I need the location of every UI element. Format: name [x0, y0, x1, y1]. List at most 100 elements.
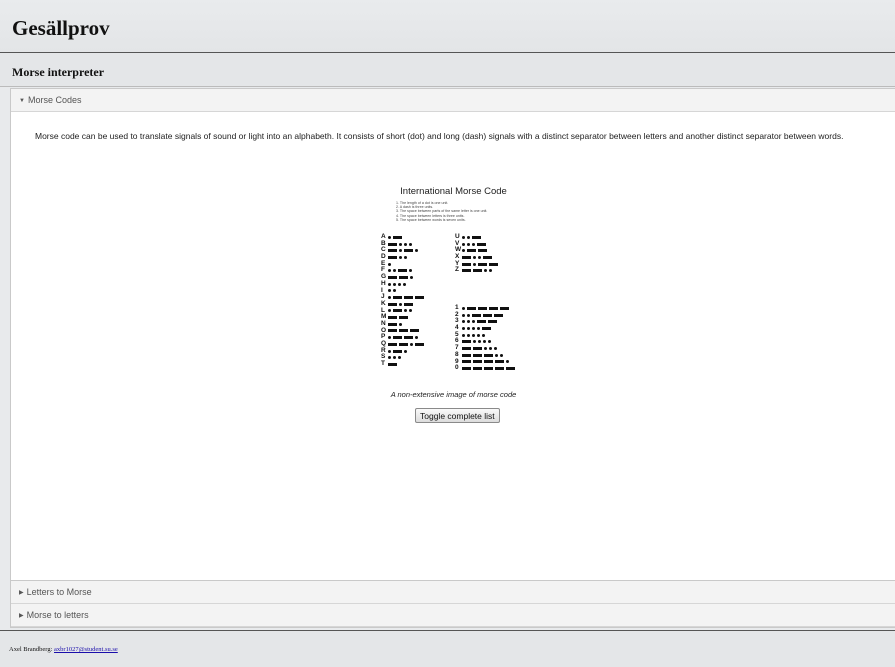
morse-dash: [484, 353, 493, 357]
morse-dot: [467, 235, 470, 239]
morse-dash: [415, 296, 424, 300]
morse-column-letters-u-z: UVWXYZ: [455, 233, 500, 274]
morse-dash: [399, 275, 408, 279]
morse-dot: [399, 302, 402, 306]
accordion-header-morse-codes[interactable]: ▼ Morse Codes: [11, 89, 895, 112]
section-title: Morse interpreter: [12, 65, 105, 79]
morse-dot: [462, 249, 465, 253]
morse-code-row: 2: [455, 311, 517, 319]
morse-dot: [467, 333, 470, 337]
morse-dot: [393, 356, 396, 360]
morse-code-row: S: [381, 354, 426, 361]
accordion-header-letters-to-morse[interactable]: ▶ Letters to Morse: [11, 581, 895, 604]
morse-dot: [495, 353, 498, 357]
morse-dash: [404, 302, 413, 306]
morse-image-title: International Morse Code: [400, 186, 507, 197]
morse-dash: [467, 306, 476, 310]
morse-dot: [488, 340, 491, 344]
morse-dash: [388, 316, 397, 320]
morse-dash: [477, 242, 486, 246]
morse-dot: [484, 346, 487, 350]
morse-code-row: 9: [455, 358, 517, 366]
morse-dot: [472, 320, 475, 324]
morse-image-caption: A non-extensive image of morse code: [390, 390, 517, 399]
morse-dash: [388, 242, 397, 246]
morse-dot: [409, 309, 412, 313]
morse-dot: [489, 346, 492, 350]
morse-dash: [473, 269, 482, 273]
morse-dash: [473, 360, 482, 364]
morse-dash: [482, 326, 491, 330]
morse-dash: [467, 249, 476, 253]
morse-dash: [393, 349, 402, 353]
accordion-panel-morse-codes: Morse code can be used to translate sign…: [11, 112, 895, 581]
morse-code-row: U: [455, 233, 500, 241]
morse-dot: [472, 326, 475, 330]
morse-dash: [415, 342, 424, 346]
morse-dash: [473, 346, 482, 350]
morse-dash: [393, 309, 402, 313]
morse-dash: [388, 322, 397, 326]
triangle-right-icon: ▶: [19, 613, 24, 619]
morse-code-row: 5: [455, 331, 517, 339]
morse-dot: [404, 309, 407, 313]
morse-dash: [478, 306, 487, 310]
morse-dash: [388, 249, 397, 253]
morse-dot: [478, 255, 481, 259]
morse-dot: [462, 235, 465, 239]
morse-dash: [388, 255, 397, 259]
morse-code-row: B: [381, 240, 426, 248]
morse-dash: [393, 296, 402, 300]
morse-code-row: L: [381, 307, 426, 315]
morse-code-row: M: [381, 314, 426, 321]
site-footer: Axel Brandberg: axbr1027@student.su.se: [0, 630, 895, 667]
morse-dot: [473, 255, 476, 259]
morse-dash: [399, 316, 408, 320]
triangle-right-icon: ▶: [19, 590, 24, 596]
morse-dot: [409, 242, 412, 246]
morse-dot: [388, 309, 391, 313]
morse-dash: [462, 269, 471, 273]
morse-dot: [489, 269, 492, 273]
morse-code-row: V: [455, 240, 500, 248]
morse-dash: [388, 329, 397, 333]
accordion-header-morse-to-letters[interactable]: ▶ Morse to letters: [11, 604, 895, 627]
morse-dot: [404, 242, 407, 246]
morse-dash: [388, 362, 397, 366]
morse-code-row: 7: [455, 344, 517, 352]
morse-dot: [398, 356, 401, 360]
morse-code-row: X: [455, 253, 500, 261]
morse-code-row: H: [381, 280, 426, 288]
morse-dot: [393, 289, 396, 293]
morse-code-row: E: [381, 260, 426, 268]
morse-dot: [404, 255, 407, 259]
morse-character: 0: [455, 364, 459, 372]
toggle-complete-list-button[interactable]: Toggle complete list: [415, 408, 500, 423]
morse-code-row: Y: [455, 260, 500, 268]
morse-dot: [462, 313, 465, 317]
morse-dot: [399, 242, 402, 246]
morse-dot: [409, 269, 412, 273]
footer-email-link[interactable]: axbr1027@student.su.se: [54, 646, 118, 653]
morse-code-row: 4: [455, 324, 517, 332]
morse-dash: [483, 255, 492, 259]
morse-code-row: F: [381, 267, 426, 274]
morse-dash: [489, 262, 498, 266]
morse-dot: [473, 340, 476, 344]
morse-dot: [482, 333, 485, 337]
morse-dash: [472, 235, 481, 239]
morse-code-row: A: [381, 233, 426, 241]
morse-dot: [410, 342, 413, 346]
morse-dot: [410, 275, 413, 279]
morse-dash: [495, 367, 504, 371]
morse-dash: [404, 296, 413, 300]
morse-dot: [399, 249, 402, 253]
morse-code-row: O: [381, 327, 426, 335]
morse-dot: [403, 282, 406, 286]
morse-dot: [388, 289, 391, 293]
morse-dash: [500, 306, 509, 310]
morse-code-row: D: [381, 253, 426, 261]
morse-dash: [410, 329, 419, 333]
morse-dash: [462, 346, 471, 350]
morse-dash: [404, 249, 413, 253]
